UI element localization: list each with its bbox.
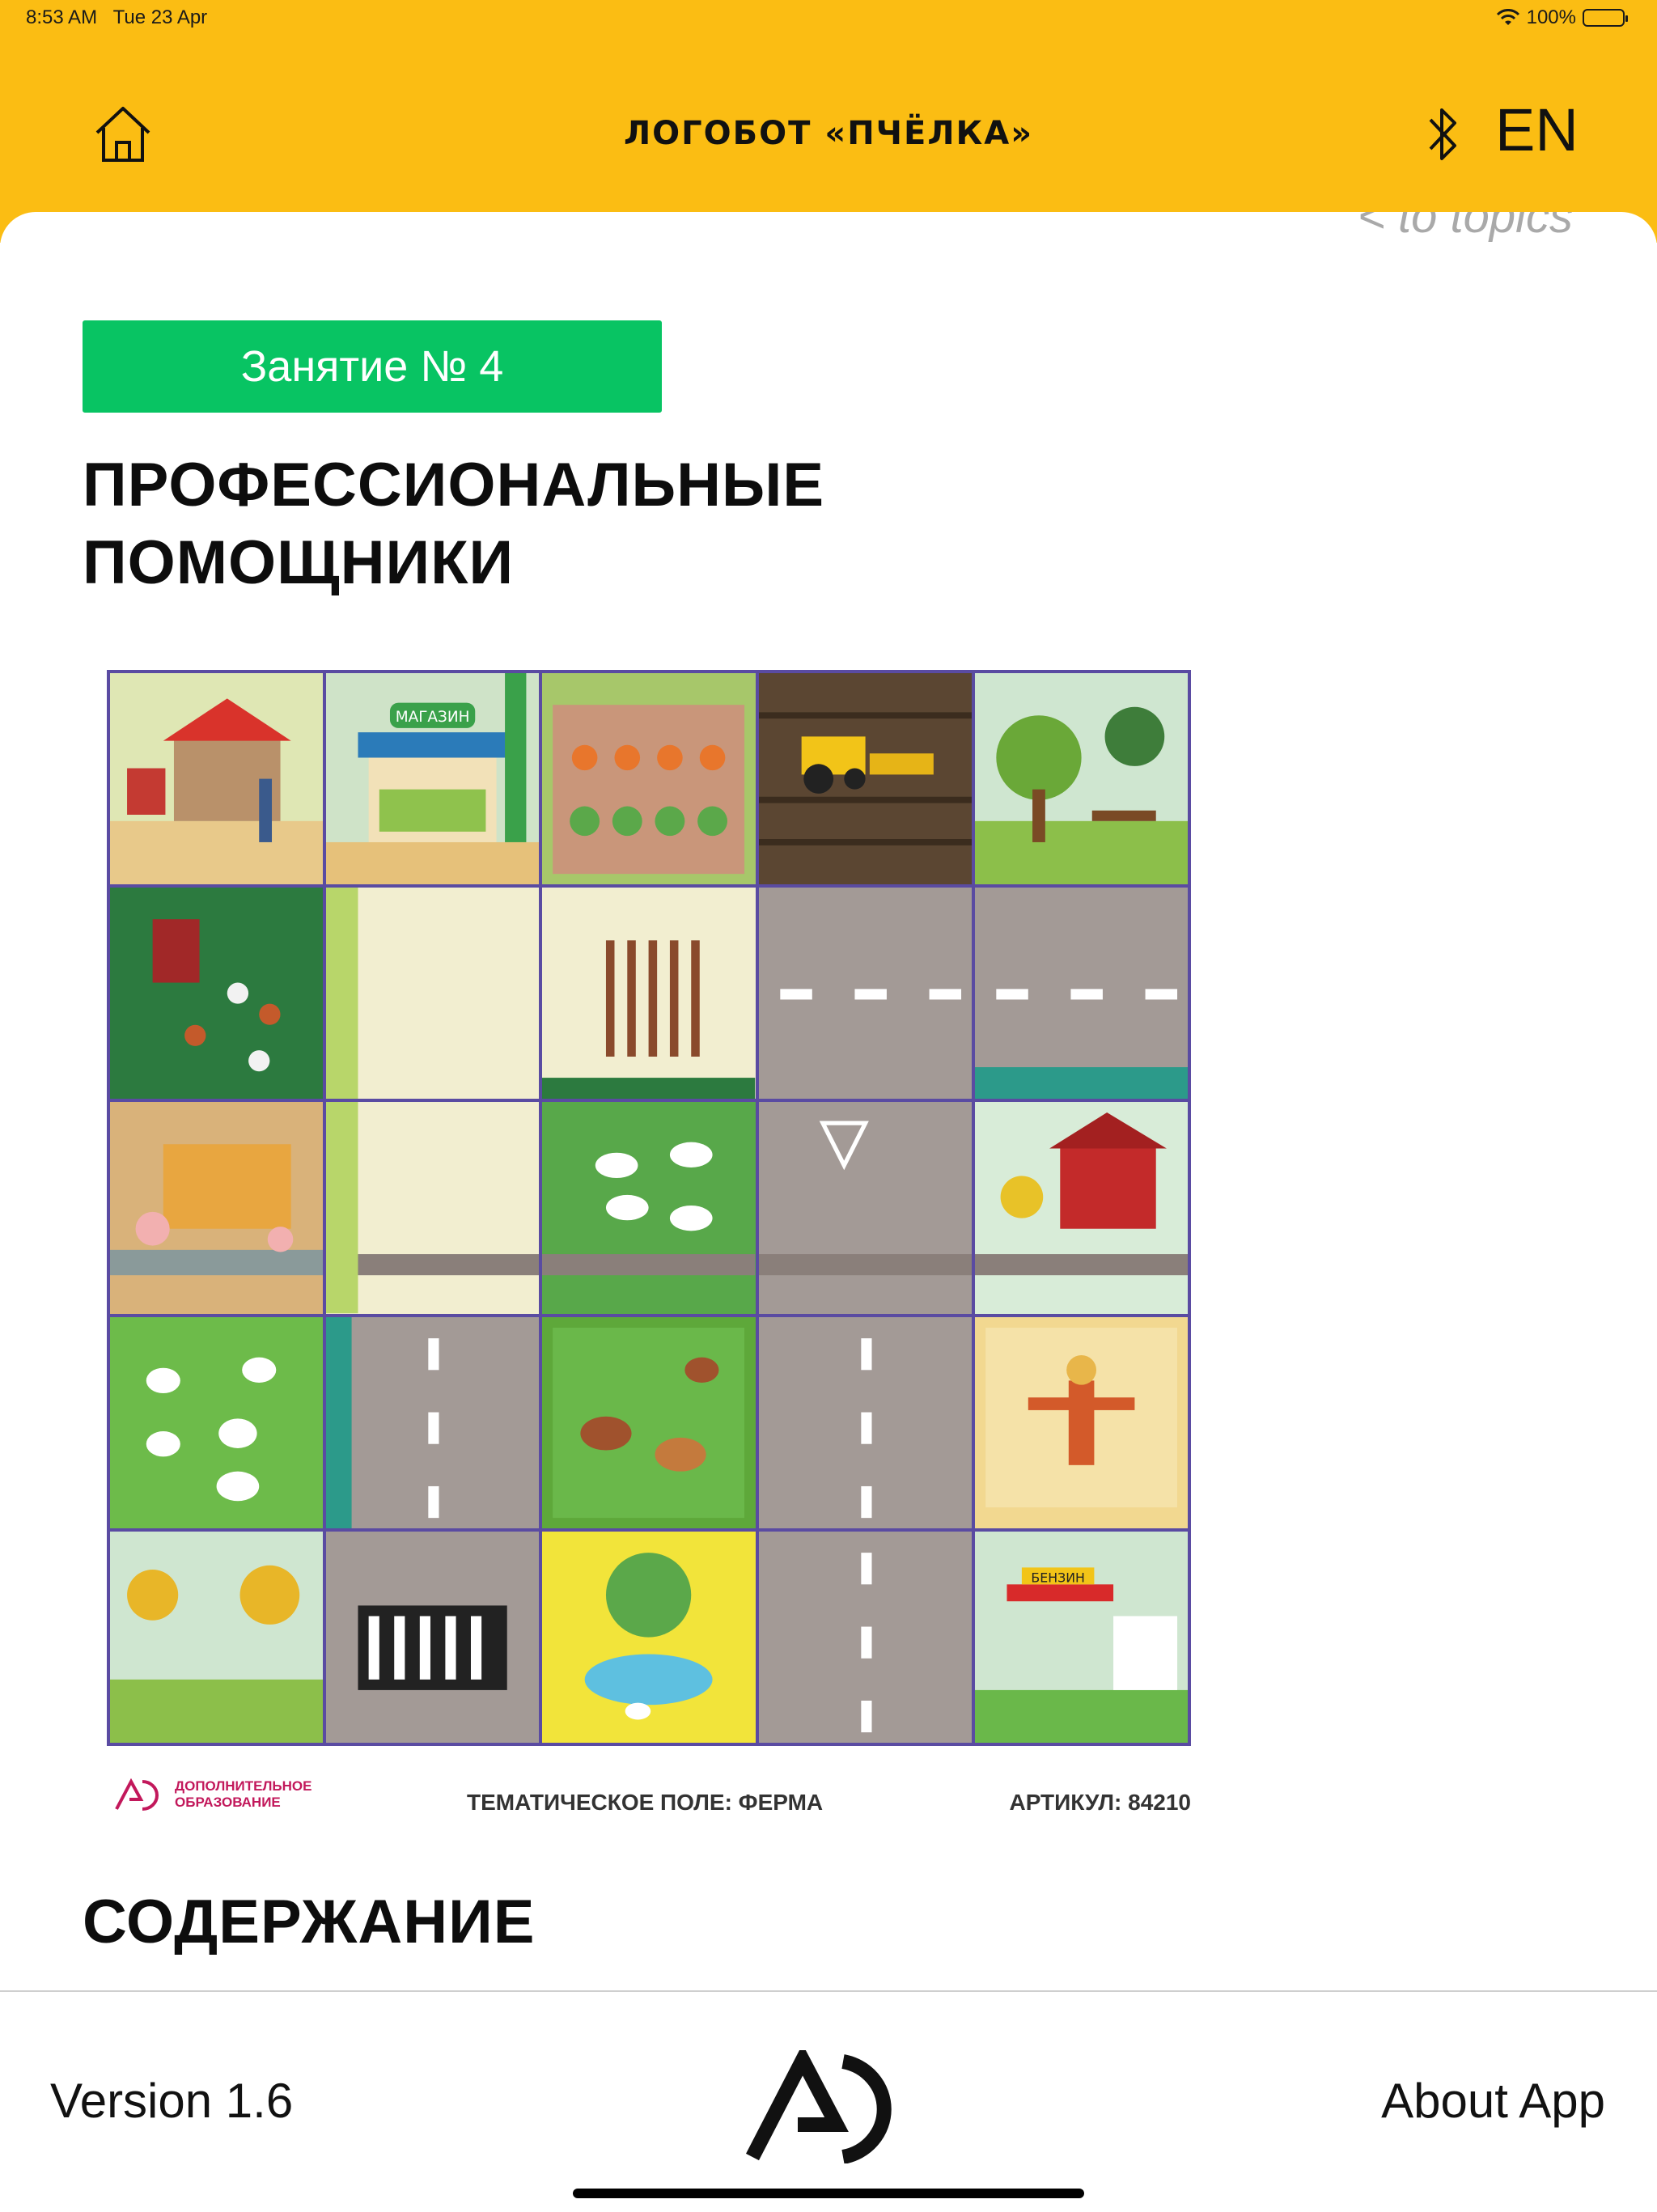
publisher-name: ДОПОЛНИТЕЛЬНОЕ ОБРАЗОВАНИЕ xyxy=(175,1778,312,1810)
tile-pond xyxy=(542,1531,756,1743)
tile-pig-barn xyxy=(110,1102,324,1314)
contents-heading: СОДЕРЖАНИЕ xyxy=(83,1888,536,1956)
tile-railway-1 xyxy=(326,1102,540,1314)
tile-farmhouse xyxy=(110,673,324,885)
tile-chicken-yard xyxy=(110,888,324,1100)
poster-grid: МАГАЗИН БЕНЗИН xyxy=(107,670,1191,1746)
tile-crosswalk xyxy=(326,1531,540,1743)
tile-cows xyxy=(542,1102,756,1314)
back-to-topics-link[interactable]: < to topics xyxy=(1358,212,1573,244)
tile-fence xyxy=(542,888,756,1100)
lesson-title: ПРОФЕССИОНАЛЬНЫЕ ПОМОЩНИКИ xyxy=(83,447,824,602)
home-indicator[interactable] xyxy=(573,2189,1084,2198)
version-label: Version 1.6 xyxy=(50,2074,294,2128)
tile-picnic xyxy=(974,673,1188,885)
tile-garden-bed xyxy=(542,673,756,885)
bluetooth-icon[interactable] xyxy=(1426,104,1461,165)
tile-tractor-field xyxy=(758,673,972,885)
lesson-title-line-1: ПРОФЕССИОНАЛЬНЫЕ xyxy=(83,451,825,519)
status-time-text: 8:53 AM xyxy=(26,6,98,28)
tile-road-horizontal-2 xyxy=(974,888,1188,1100)
status-time: 8:53 AM Tue 23 Apr xyxy=(26,6,207,29)
tile-path xyxy=(326,888,540,1100)
poster-article-label: АРТИКУЛ: 84210 xyxy=(1009,1790,1191,1815)
status-date-text: Tue 23 Apr xyxy=(112,6,208,28)
language-toggle[interactable]: EN xyxy=(1495,95,1579,164)
tile-scarecrow xyxy=(974,1316,1188,1528)
poster-footer: ДОПОЛНИТЕЛЬНОЕ ОБРАЗОВАНИЕ ТЕМАТИЧЕСКОЕ … xyxy=(107,1759,1191,1840)
wifi-icon xyxy=(1496,9,1519,25)
app-title: ЛОГОБОТ «ПЧЁЛКА» xyxy=(623,115,1034,152)
tile-shop: МАГАЗИН xyxy=(326,673,540,885)
publisher-logo: ДОПОЛНИТЕЛЬНОЕ ОБРАЗОВАНИЕ xyxy=(115,1777,353,1812)
tile-sheep xyxy=(110,1316,324,1528)
tile-road-horizontal-1 xyxy=(758,888,972,1100)
gas-sign-text: БЕНЗИН xyxy=(1031,1570,1084,1586)
tile-road-vertical-1 xyxy=(326,1316,540,1528)
tile-road-crossing xyxy=(758,1102,972,1314)
tile-road-vertical-3 xyxy=(758,1531,972,1743)
farm-field-poster[interactable]: МАГАЗИН БЕНЗИН ДОПОЛНИТЕЛЬНОЕ ОБРАЗОВАНИ… xyxy=(107,670,1191,1992)
lesson-card: < to topics Занятие № 4 ПРОФЕССИОНАЛЬНЫЕ… xyxy=(0,212,1657,1992)
status-right: 100% xyxy=(1496,6,1628,29)
tile-horses xyxy=(542,1316,756,1528)
ao-logo-icon xyxy=(746,2050,892,2163)
poster-theme-label: ТЕМАТИЧЕСКОЕ ПОЛЕ: ФЕРМА xyxy=(467,1790,824,1815)
top-bar: 8:53 AM Tue 23 Apr 100% ЛОГОБОТ «ПЧЁЛКА»… xyxy=(0,0,1657,243)
lesson-number-badge: Занятие № 4 xyxy=(83,320,662,413)
lesson-title-line-2: ПОМОЩНИКИ xyxy=(83,528,515,597)
tile-gas-station: БЕНЗИН xyxy=(974,1531,1188,1743)
ao-logo-icon xyxy=(115,1778,159,1811)
tile-red-barn xyxy=(974,1102,1188,1314)
battery-percent: 100% xyxy=(1526,6,1576,28)
about-app-link[interactable]: About App xyxy=(1381,2073,1605,2129)
app-footer: Version 1.6 About App xyxy=(0,1990,1657,2212)
tile-trees-river xyxy=(110,1531,324,1743)
shop-sign-text: МАГАЗИН xyxy=(396,709,470,726)
battery-icon xyxy=(1583,9,1628,27)
tile-road-vertical-2 xyxy=(758,1316,972,1528)
